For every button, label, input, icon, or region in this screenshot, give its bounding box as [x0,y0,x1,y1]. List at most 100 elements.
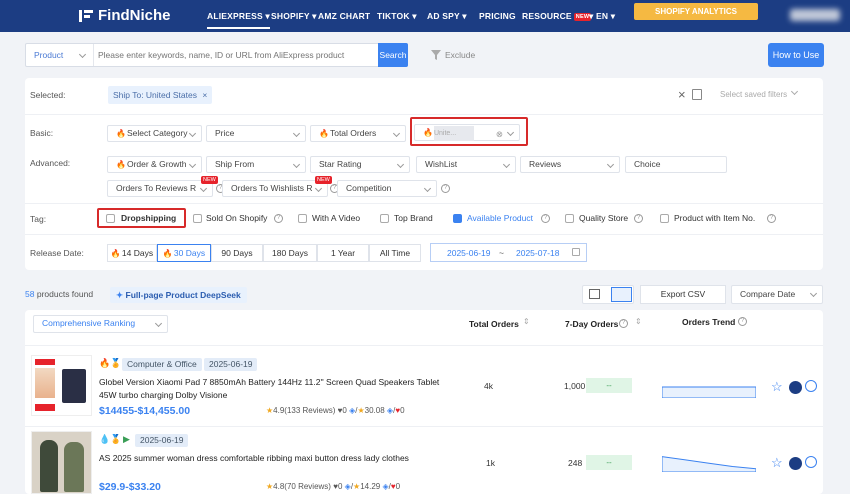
ai-analysis-icon[interactable] [789,457,802,470]
nav-ad-spy[interactable]: AD SPY ▾ [427,11,467,22]
competition-label: Competition [346,183,392,193]
range-180-days[interactable]: 180 Days [263,244,317,262]
how-to-use-button[interactable]: How to Use [768,43,824,67]
price-select[interactable]: Price [206,125,306,142]
range-all-time[interactable]: All Time [369,244,421,262]
with-a-video-checkbox[interactable] [298,214,307,223]
shopify-analytics-button[interactable]: SHOPIFY ANALYTICS [634,3,758,20]
exclude-toggle[interactable]: Exclude [430,49,475,61]
with-a-video-label: With A Video [312,213,361,223]
date-from: 2025-06-19 [447,248,491,258]
item-no-checkbox[interactable] [660,214,669,223]
range-14-days[interactable]: 🔥14 Days [107,244,157,262]
sort-select[interactable]: Compare Date [731,285,823,304]
likes-count: 0 [400,406,405,415]
saved-filters-select[interactable]: Select saved filters [720,90,787,99]
close-icon[interactable]: × [202,90,207,100]
clear-icon[interactable]: × [678,87,686,102]
search-icon[interactable] [805,456,817,468]
star-rating-select[interactable]: Star Rating [310,156,410,173]
nav-pricing[interactable]: PRICING [479,11,516,21]
product-thumbnail[interactable] [31,355,92,416]
range-90-days[interactable]: 90 Days [211,244,263,262]
sort-icon[interactable]: ⇕ [523,317,530,326]
grid-view-icon[interactable] [589,289,600,299]
divider [25,426,823,427]
product-stats: ★4.9(133 Reviews) ♥0 ◈/★30.08 ◈/♥0 [266,406,405,415]
user-account[interactable] [790,9,840,21]
search-input[interactable] [98,44,376,66]
deepseek-button[interactable]: ✦ Full-page Product DeepSeek [110,287,247,303]
nav-language[interactable]: ▾ EN ▾ [589,11,615,22]
category-select[interactable]: 🔥Select Category [107,125,202,142]
top-brand-checkbox[interactable] [380,214,389,223]
fire-icon: 🔥 [116,129,126,138]
findniche-logo[interactable]: FindNiche [78,7,171,24]
play-icon: ▶ [123,434,130,444]
competition-select[interactable]: Competition [337,180,437,197]
product-title[interactable]: Globel Version Xiaomi Pad 7 8850mAh Batt… [99,376,459,402]
basic-label: Basic: [30,128,54,138]
col-7day-orders[interactable]: 7-Day Orders [565,319,618,329]
help-icon[interactable]: ? [541,214,550,223]
ship-to-label: Unite... [433,126,474,141]
search-button[interactable]: Search [378,43,408,67]
nav-aliexpress[interactable]: ALIEXPRESS ▾ [207,11,270,29]
product-title[interactable]: AS 2025 summer woman dress comfortable r… [99,452,459,465]
sold-on-shopify-checkbox[interactable] [193,214,202,223]
help-icon[interactable]: ? [441,184,450,193]
nav-tiktok[interactable]: TIKTOK ▾ [377,11,417,22]
chevron-down-icon [199,184,208,193]
selected-chip[interactable]: Ship To: United States × [108,86,213,104]
export-csv-button[interactable]: Export CSV [640,285,726,304]
quality-store-checkbox[interactable] [565,214,574,223]
advanced-label: Advanced: [30,158,71,168]
wishlist-select[interactable]: WishList [416,156,516,173]
nav-shopify[interactable]: SHOPIFY ▾ [271,11,317,22]
hearts-count: 0 [337,482,343,491]
product-thumbnail[interactable] [31,431,92,494]
award-icon: 🏅 [110,358,122,368]
ranking-select[interactable]: Comprehensive Ranking [33,315,168,333]
logo-text: FindNiche [98,7,171,24]
date-tag: 2025-06-19 [204,358,258,371]
category-tag[interactable]: Computer & Office [122,358,202,371]
thumbnail-badge [35,404,55,411]
ai-analysis-icon[interactable] [789,381,802,394]
orders-to-wishlists-select[interactable]: Orders To Wishlists R [222,180,328,197]
chevron-down-icon [392,129,401,138]
sort-icon[interactable]: ⇕ [635,317,642,326]
list-view-icon[interactable] [611,287,632,302]
dropshipping-checkbox[interactable] [106,214,115,223]
total-orders-select[interactable]: 🔥Total Orders [310,125,406,142]
help-icon[interactable]: ? [274,214,283,223]
orders-to-reviews-select[interactable]: Orders To Reviews R [107,180,213,197]
ship-to-select[interactable]: 🔥Unite... ⊗ [414,124,520,141]
product-stats: ★4.8(70 Reviews) ♥0 ◈/★14.29 ◈/♥0 [266,482,401,491]
help-icon[interactable]: ? [634,214,643,223]
help-icon[interactable]: ? [767,214,776,223]
save-icon[interactable] [692,89,702,100]
range-1-year[interactable]: 1 Year [317,244,369,262]
star-icon: ★ [357,406,365,415]
nav-amz-chart[interactable]: AMZ CHART [318,11,370,21]
reviews-select[interactable]: Reviews [520,156,620,173]
order-growth-select[interactable]: 🔥Order & Growth [107,156,202,173]
rating-text: 4.8(70 Reviews) [273,482,331,491]
results-suffix: products found [36,289,94,299]
search-icon[interactable] [805,380,817,392]
col-total-orders[interactable]: Total Orders [469,319,519,329]
range-30-days[interactable]: 🔥30 Days [157,244,211,262]
available-product-checkbox[interactable] [453,214,462,223]
help-icon[interactable]: ? [619,319,628,328]
ship-from-select[interactable]: Ship From [206,156,306,173]
help-icon[interactable]: ? [738,317,747,326]
nav-resource[interactable]: RESOURCE NEW [522,11,592,21]
dress-image [64,442,84,492]
favorite-star-icon[interactable]: ☆ [771,455,783,471]
favorite-star-icon[interactable]: ☆ [771,379,783,395]
clear-circle-icon[interactable]: ⊗ [496,127,503,142]
new-badge: NEW [201,176,218,184]
search-type-select[interactable]: Product [26,44,94,66]
choice-select[interactable]: Choice [625,156,727,173]
